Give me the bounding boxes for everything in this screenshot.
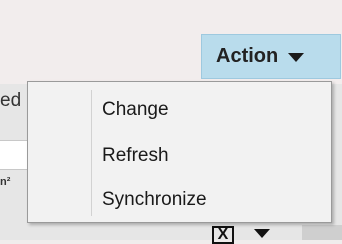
partial-input-field[interactable]	[0, 140, 28, 170]
menu-item-label: Synchronize	[102, 189, 207, 210]
caret-down-icon	[288, 53, 305, 62]
action-button[interactable]: Action	[201, 34, 341, 79]
partial-control	[302, 225, 342, 240]
dropdown-caret-icon[interactable]	[254, 229, 270, 238]
clear-icon[interactable]: X	[212, 226, 234, 244]
action-menu: Change Refresh Synchronize	[27, 81, 332, 223]
menu-item-synchronize[interactable]: Synchronize	[29, 179, 330, 221]
menu-item-change[interactable]: Change	[29, 89, 330, 131]
partial-label: ed	[0, 90, 22, 111]
menu-item-label: Change	[102, 99, 169, 120]
action-button-label: Action	[216, 45, 279, 67]
menu-item-refresh[interactable]: Refresh	[29, 135, 330, 177]
menu-item-label: Refresh	[102, 145, 169, 166]
partial-unit-label: n²	[0, 176, 11, 188]
